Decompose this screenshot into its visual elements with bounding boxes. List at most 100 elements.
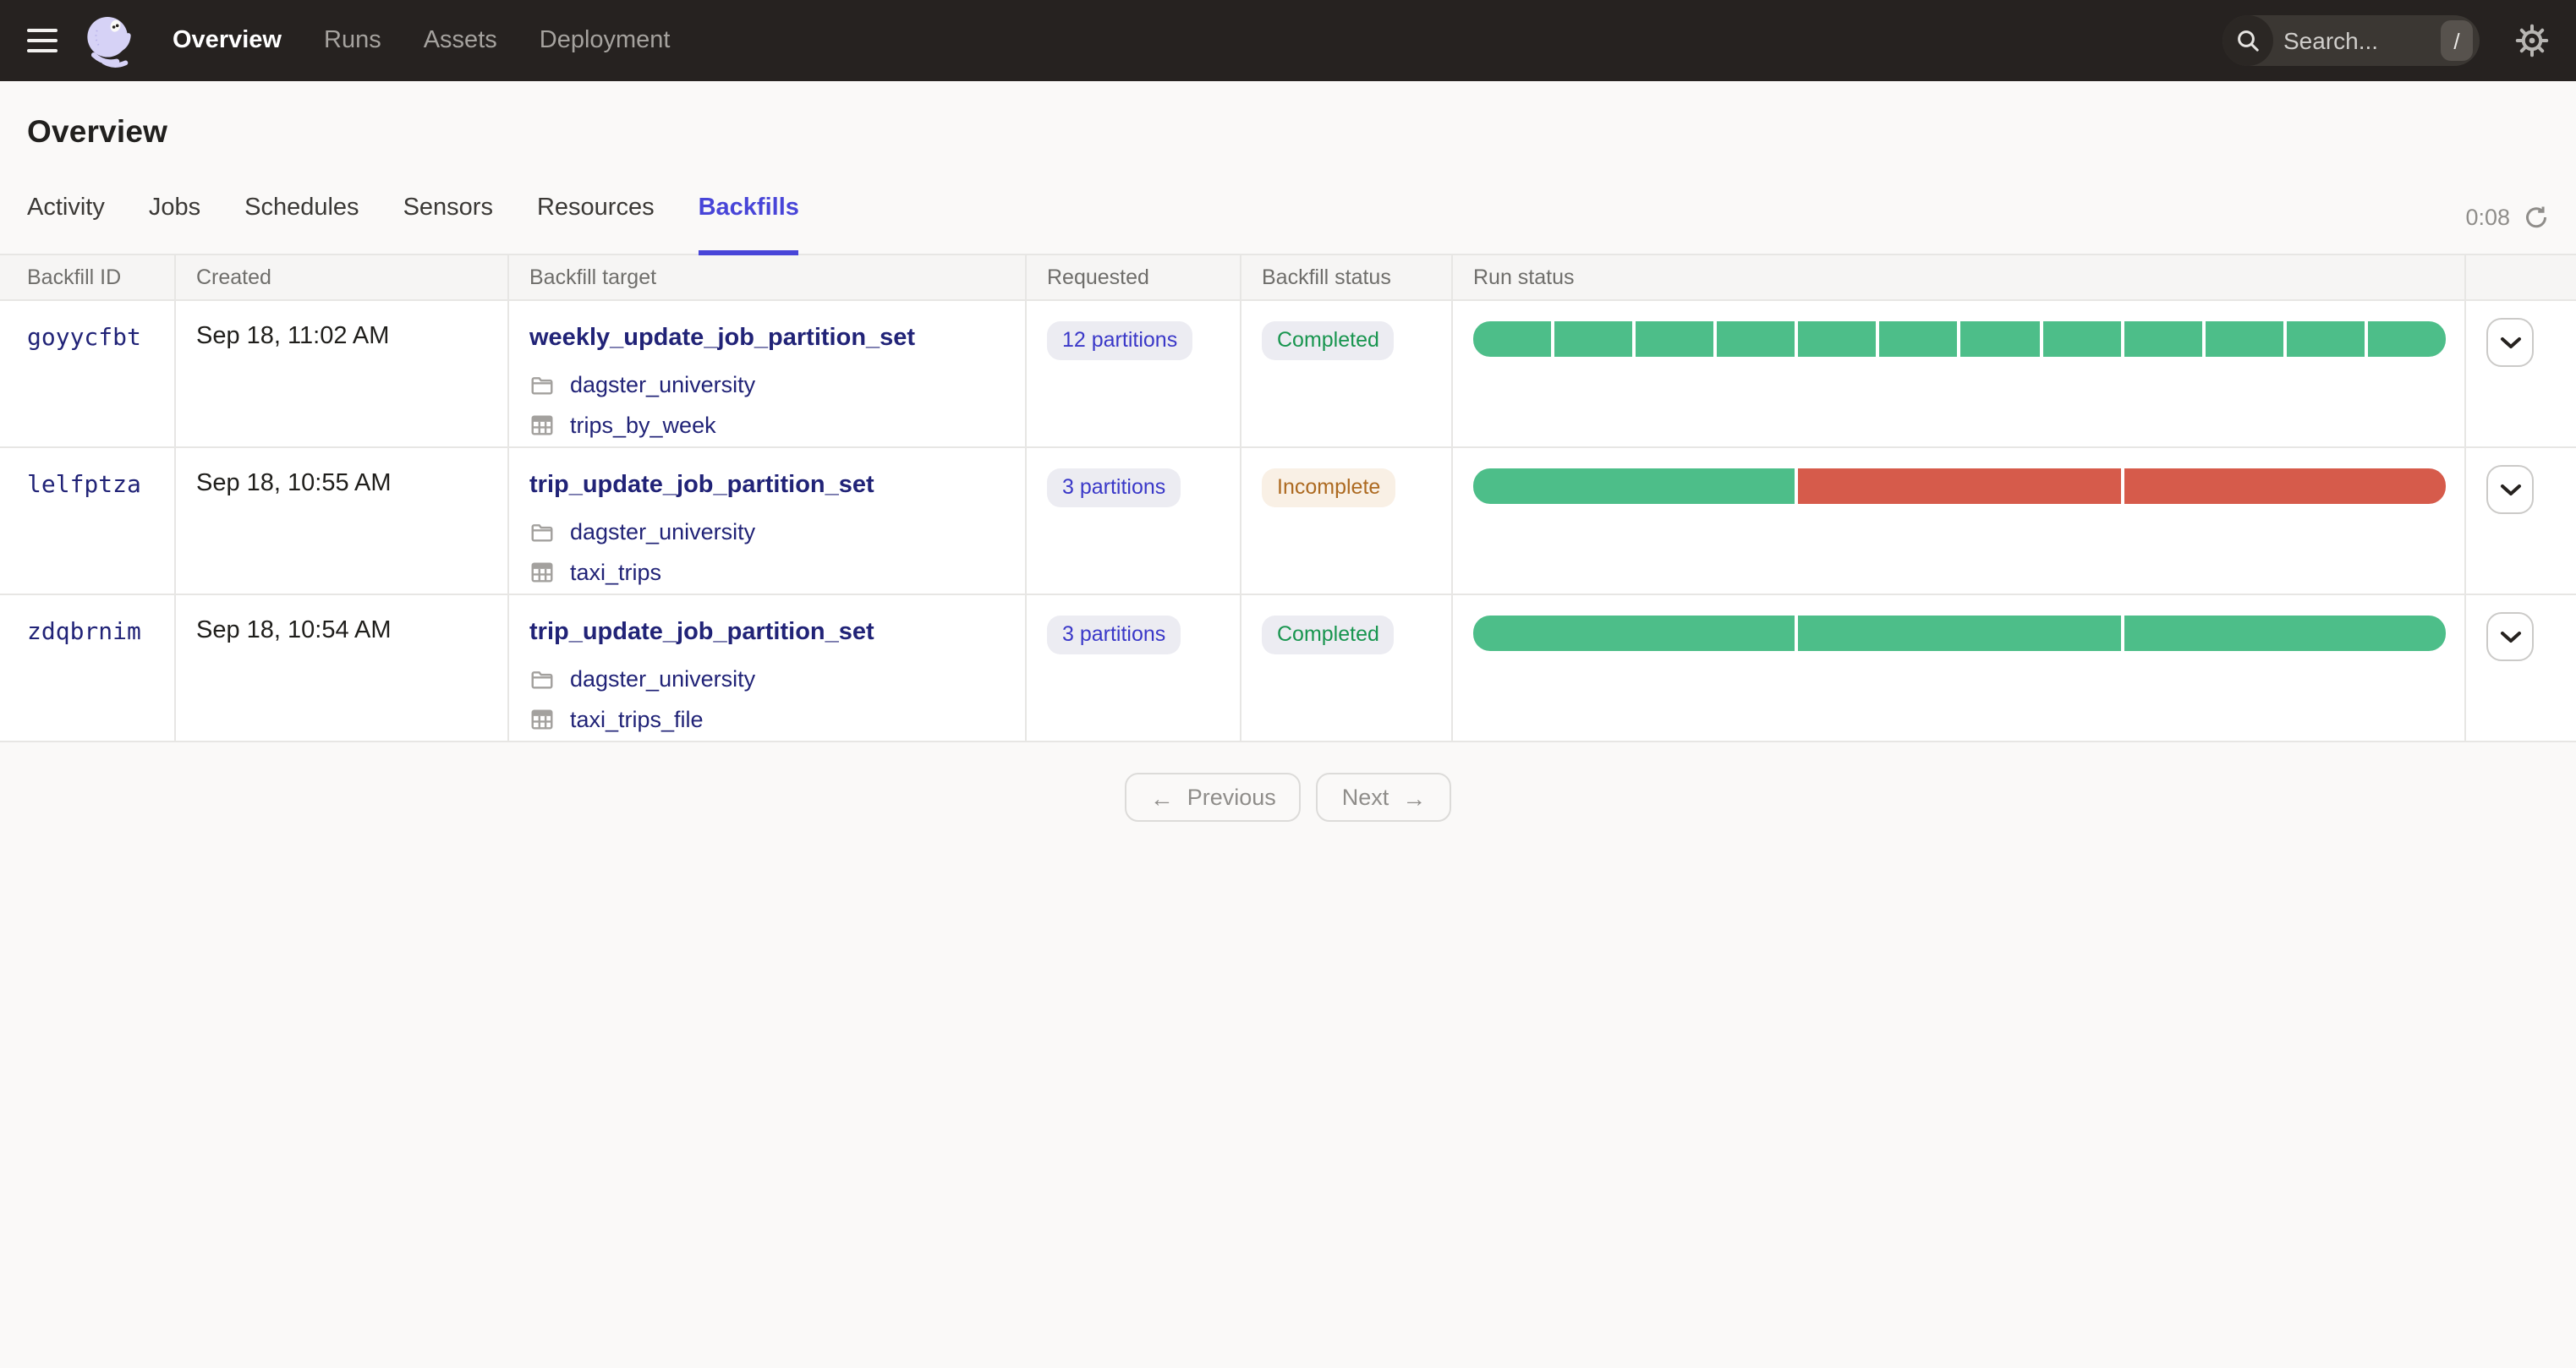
grid-icon bbox=[529, 560, 555, 585]
run-status-segment[interactable] bbox=[1717, 321, 1795, 357]
top-navbar: Overview Runs Assets Deployment / bbox=[0, 0, 2576, 81]
row-actions-button[interactable] bbox=[2486, 318, 2534, 367]
run-status-segment[interactable] bbox=[1798, 616, 2121, 651]
backfill-id-link[interactable]: lelfptza bbox=[27, 472, 141, 499]
table-header: Backfill ID Created Backfill target Request… bbox=[0, 255, 2576, 301]
run-status-segment[interactable] bbox=[1473, 468, 1795, 504]
backfill-target-cell: trip_update_job_partition_set dagster_uni… bbox=[509, 595, 1027, 741]
partition-set-link[interactable]: taxi_trips bbox=[570, 560, 661, 585]
requested-badge[interactable]: 12 partitions bbox=[1047, 321, 1193, 360]
run-status-segment[interactable] bbox=[1879, 321, 1958, 357]
chevron-down-icon bbox=[2499, 483, 2521, 496]
nav-item-assets[interactable]: Assets bbox=[424, 27, 497, 54]
requested-cell: 12 partitions bbox=[1027, 301, 1241, 446]
backfill-status-badge: Incomplete bbox=[1262, 468, 1396, 507]
partition-set-link[interactable]: trips_by_week bbox=[570, 413, 716, 438]
column-header-requested: Requested bbox=[1027, 255, 1241, 299]
table-row: lelfptza Sep 18, 10:55 AM trip_update_job_… bbox=[0, 448, 2576, 595]
folder-icon bbox=[529, 519, 555, 544]
job-link[interactable]: weekly_update_job_partition_set bbox=[529, 325, 915, 352]
folder-icon bbox=[529, 372, 555, 397]
run-status-segment[interactable] bbox=[2367, 321, 2446, 357]
tabs-row: Activity Jobs Schedules Sensors Resources Bac… bbox=[0, 178, 2576, 255]
next-page-button[interactable]: Next → bbox=[1316, 773, 1452, 822]
requested-badge[interactable]: 3 partitions bbox=[1047, 468, 1181, 507]
code-location-link[interactable]: dagster_university bbox=[570, 372, 755, 397]
code-location-link[interactable]: dagster_university bbox=[570, 666, 755, 692]
backfill-status-badge: Completed bbox=[1262, 616, 1395, 654]
tabs: Activity Jobs Schedules Sensors Resources Bac… bbox=[27, 178, 799, 255]
page-title: Overview bbox=[27, 113, 168, 149]
backfill-id-cell: zdqbrnim bbox=[0, 595, 176, 741]
run-status-segment[interactable] bbox=[2042, 321, 2121, 357]
backfill-status-badge: Completed bbox=[1262, 321, 1395, 360]
run-status-segment[interactable] bbox=[2124, 616, 2446, 651]
tab-backfills[interactable]: Backfills bbox=[698, 178, 799, 255]
app-root: Overview Runs Assets Deployment / bbox=[0, 0, 2576, 1368]
dagster-logo-icon[interactable] bbox=[79, 12, 137, 69]
requested-cell: 3 partitions bbox=[1027, 448, 1241, 594]
backfill-status-cell: Completed bbox=[1241, 301, 1453, 446]
backfill-status-cell: Completed bbox=[1241, 595, 1453, 741]
run-status-segment[interactable] bbox=[2286, 321, 2365, 357]
search-icon bbox=[2222, 15, 2273, 66]
backfill-id-link[interactable]: goyycfbt bbox=[27, 325, 141, 352]
search-shortcut-key: / bbox=[2441, 20, 2473, 61]
table-body: goyycfbt Sep 18, 11:02 AM weekly_update_jo… bbox=[0, 301, 2576, 742]
created-cell: Sep 18, 11:02 AM bbox=[176, 301, 509, 446]
refresh-icon[interactable] bbox=[2524, 205, 2549, 230]
run-status-segment[interactable] bbox=[1798, 321, 1877, 357]
created-cell: Sep 18, 10:54 AM bbox=[176, 595, 509, 741]
run-status-segment[interactable] bbox=[1554, 321, 1633, 357]
row-actions-button[interactable] bbox=[2486, 612, 2534, 661]
previous-page-button[interactable]: ← Previous bbox=[1124, 773, 1302, 822]
partition-set-link[interactable]: taxi_trips_file bbox=[570, 707, 704, 732]
run-status-bar bbox=[1473, 321, 2446, 357]
refresh-countdown: 0:08 bbox=[2465, 205, 2549, 230]
backfills-table: Backfill ID Created Backfill target Request… bbox=[0, 255, 2576, 742]
tab-sensors[interactable]: Sensors bbox=[403, 178, 493, 254]
run-status-segment[interactable] bbox=[2124, 468, 2446, 504]
search-input[interactable] bbox=[2273, 27, 2441, 54]
nav-item-overview[interactable]: Overview bbox=[173, 27, 282, 54]
chevron-down-icon bbox=[2499, 336, 2521, 349]
job-link[interactable]: trip_update_job_partition_set bbox=[529, 619, 874, 646]
folder-icon bbox=[529, 666, 555, 692]
code-location-link[interactable]: dagster_university bbox=[570, 519, 755, 544]
run-status-segment[interactable] bbox=[2124, 321, 2202, 357]
backfill-id-cell: lelfptza bbox=[0, 448, 176, 594]
column-header-backfill-status: Backfill status bbox=[1241, 255, 1453, 299]
job-link[interactable]: trip_update_job_partition_set bbox=[529, 472, 874, 499]
tab-jobs[interactable]: Jobs bbox=[149, 178, 200, 254]
backfill-target-cell: weekly_update_job_partition_set dagster_u… bbox=[509, 301, 1027, 446]
primary-nav: Overview Runs Assets Deployment bbox=[173, 27, 671, 54]
table-row: goyycfbt Sep 18, 11:02 AM weekly_update_jo… bbox=[0, 301, 2576, 448]
nav-item-deployment[interactable]: Deployment bbox=[540, 27, 671, 54]
tab-resources[interactable]: Resources bbox=[537, 178, 655, 254]
run-status-segment[interactable] bbox=[1636, 321, 1714, 357]
row-actions-button[interactable] bbox=[2486, 465, 2534, 514]
actions-cell bbox=[2466, 595, 2576, 741]
grid-icon bbox=[529, 707, 555, 732]
tab-activity[interactable]: Activity bbox=[27, 178, 105, 254]
run-status-bar bbox=[1473, 616, 2446, 651]
run-status-segment[interactable] bbox=[1473, 616, 1795, 651]
run-status-segment[interactable] bbox=[1960, 321, 2040, 357]
actions-cell bbox=[2466, 448, 2576, 594]
run-status-segment[interactable] bbox=[1473, 321, 1552, 357]
column-header-backfill-id: Backfill ID bbox=[0, 255, 176, 299]
backfill-target-cell: trip_update_job_partition_set dagster_uni… bbox=[509, 448, 1027, 594]
column-header-backfill-target: Backfill target bbox=[509, 255, 1027, 299]
arrow-left-icon: ← bbox=[1149, 784, 1174, 811]
run-status-segment[interactable] bbox=[2205, 321, 2283, 357]
backfill-id-link[interactable]: zdqbrnim bbox=[27, 619, 141, 646]
requested-badge[interactable]: 3 partitions bbox=[1047, 616, 1181, 654]
run-status-segment[interactable] bbox=[1798, 468, 2121, 504]
tab-schedules[interactable]: Schedules bbox=[244, 178, 359, 254]
search-box[interactable]: / bbox=[2222, 15, 2480, 66]
gear-icon[interactable] bbox=[2515, 24, 2549, 57]
chevron-down-icon bbox=[2499, 630, 2521, 643]
nav-item-runs[interactable]: Runs bbox=[324, 27, 381, 54]
run-status-cell bbox=[1453, 595, 2466, 741]
hamburger-menu-icon[interactable] bbox=[27, 28, 58, 53]
